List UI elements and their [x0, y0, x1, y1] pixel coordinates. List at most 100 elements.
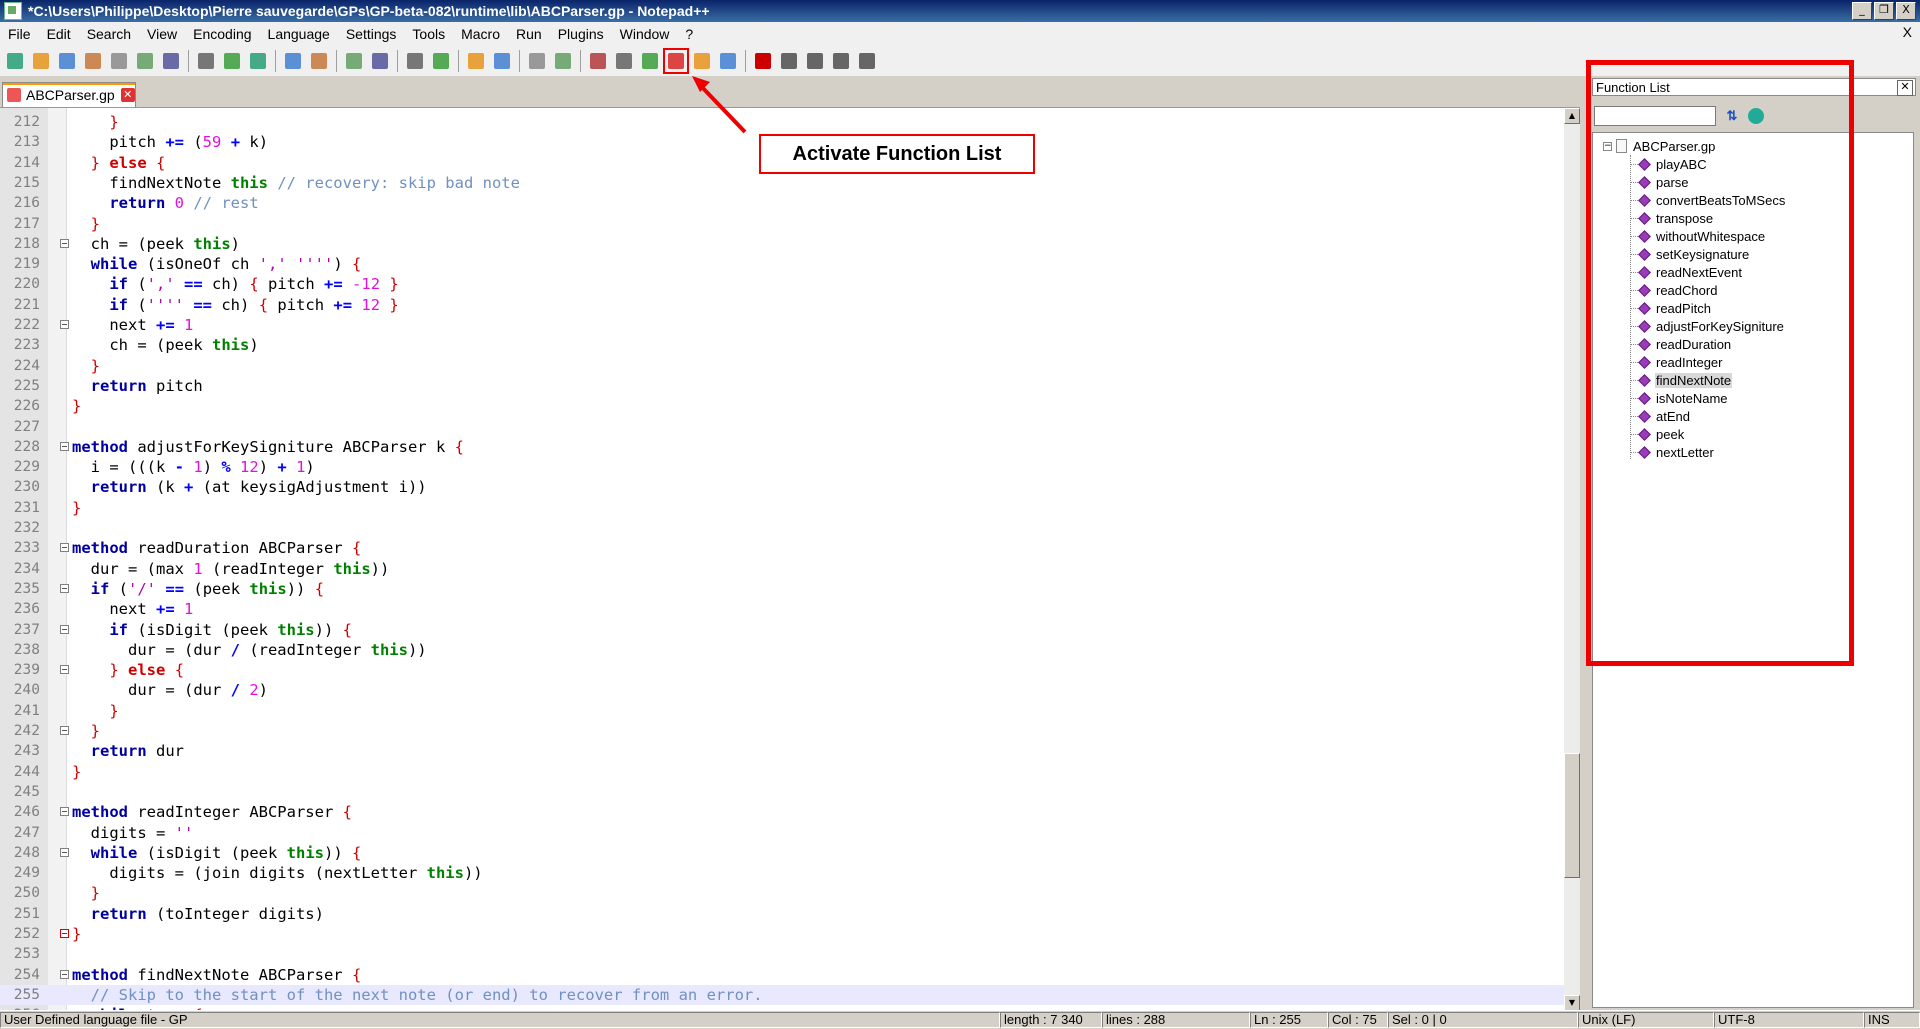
function-item-readchord[interactable]: readChord [1630, 281, 1718, 299]
code-line[interactable]: 246 method readInteger ABCParser { [0, 802, 1564, 822]
fold-toggle-icon[interactable] [60, 320, 69, 329]
record-macro-button[interactable] [752, 50, 774, 72]
fold-toggle-icon[interactable] [60, 726, 69, 735]
function-item-convertbeatstomsecs[interactable]: convertBeatsToMSecs [1630, 191, 1786, 209]
find-button[interactable] [343, 50, 365, 72]
open-file-button[interactable] [30, 50, 52, 72]
status-encoding[interactable]: UTF-8 [1714, 1012, 1864, 1028]
sort-icon[interactable]: ⇅ [1724, 108, 1740, 124]
code-line[interactable]: 219 while (isOneOf ch ',' '''') { [0, 254, 1564, 274]
status-insert-mode[interactable]: INS [1864, 1012, 1920, 1028]
new-file-button[interactable] [4, 50, 26, 72]
monitor-button[interactable] [717, 50, 739, 72]
menu-encoding[interactable]: Encoding [185, 26, 259, 42]
menu-file[interactable]: File [0, 26, 39, 42]
code-line[interactable]: 227 [0, 417, 1564, 437]
show-all-chars-button[interactable] [552, 50, 574, 72]
code-line[interactable]: 222 next += 1 [0, 315, 1564, 335]
code-line[interactable]: 241 } [0, 701, 1564, 721]
function-item-peek[interactable]: peek [1630, 425, 1685, 443]
code-line[interactable]: 244} [0, 762, 1564, 782]
scroll-down-icon[interactable]: ▼ [1564, 995, 1580, 1011]
code-line[interactable]: 234 dur = (max 1 (readInteger this)) [0, 559, 1564, 579]
fold-toggle-icon[interactable] [60, 969, 69, 979]
menu-run[interactable]: Run [508, 26, 550, 42]
menu-plugins[interactable]: Plugins [550, 26, 612, 42]
folder-workspace-button[interactable] [691, 50, 713, 72]
restore-button[interactable]: ❐ [1874, 2, 1894, 20]
save-button[interactable] [56, 50, 78, 72]
scroll-thumb[interactable] [1564, 753, 1580, 878]
code-line[interactable]: 248 while (isDigit (peek this)) { [0, 843, 1564, 863]
code-line[interactable]: 250 } [0, 883, 1564, 903]
undo-button[interactable] [282, 50, 304, 72]
cut-button[interactable] [195, 50, 217, 72]
function-list-button[interactable] [663, 48, 689, 74]
fold-toggle-icon[interactable] [60, 543, 69, 553]
function-list-close-icon[interactable]: ✕ [1897, 80, 1913, 96]
code-line[interactable]: 228 method adjustForKeySigniture ABCParse… [0, 437, 1564, 457]
redo-button[interactable] [308, 50, 330, 72]
code-line[interactable]: 226} [0, 396, 1564, 416]
function-item-readduration[interactable]: readDuration [1630, 335, 1732, 353]
code-line[interactable]: 221 if ('''' == ch) { pitch += 12 } [0, 295, 1564, 315]
code-line[interactable]: 239 } else { [0, 660, 1564, 680]
replace-button[interactable] [369, 50, 391, 72]
code-line[interactable]: 229 i = (((k - 1) % 12) + 1) [0, 457, 1564, 477]
fold-toggle-icon[interactable] [60, 929, 69, 938]
fold-toggle-icon[interactable] [60, 665, 69, 675]
code-line[interactable]: 245 [0, 782, 1564, 802]
code-line[interactable]: 251 return (toInteger digits) [0, 904, 1564, 924]
fold-toggle-icon[interactable] [60, 441, 69, 451]
zoom-in-button[interactable] [404, 50, 426, 72]
function-item-parse[interactable]: parse [1630, 173, 1690, 191]
code-line[interactable]: 215 findNextNote this // recovery: skip … [0, 173, 1564, 193]
code-line[interactable]: 233 method readDuration ABCParser { [0, 538, 1564, 558]
minimize-button[interactable]: _ [1852, 2, 1872, 20]
function-search-input[interactable] [1594, 106, 1716, 126]
save-all-button[interactable] [82, 50, 104, 72]
code-line[interactable]: 254 method findNextNote ABCParser { [0, 965, 1564, 985]
code-line[interactable]: 238 dur = (dur / (readInteger this)) [0, 640, 1564, 660]
menu-macro[interactable]: Macro [453, 26, 508, 42]
menu-view[interactable]: View [139, 26, 185, 42]
fold-toggle-icon[interactable] [60, 624, 69, 634]
code-line[interactable]: 216 return 0 // rest [0, 193, 1564, 213]
function-item-readpitch[interactable]: readPitch [1630, 299, 1712, 317]
sync-horizontal-button[interactable] [491, 50, 513, 72]
code-line[interactable]: 225 return pitch [0, 376, 1564, 396]
code-line[interactable]: 220 if (',' == ch) { pitch += -12 } [0, 274, 1564, 294]
vertical-scrollbar[interactable]: ▲ ▼ [1564, 108, 1580, 1011]
function-item-adjustforkeysigniture[interactable]: adjustForKeySigniture [1630, 317, 1785, 335]
menu-tools[interactable]: Tools [404, 26, 453, 42]
code-line[interactable]: 249 digits = (join digits (nextLetter th… [0, 863, 1564, 883]
play-macro-button[interactable] [804, 50, 826, 72]
function-item-transpose[interactable]: transpose [1630, 209, 1714, 227]
function-item-readinteger[interactable]: readInteger [1630, 353, 1724, 371]
indent-guide-button[interactable] [587, 50, 609, 72]
code-line[interactable]: 237 if (isDigit (peek this)) { [0, 620, 1564, 640]
menu-window[interactable]: Window [612, 26, 678, 42]
function-item-atend[interactable]: atEnd [1630, 407, 1691, 425]
fold-toggle-icon[interactable] [60, 847, 69, 857]
function-item-setkeysignature[interactable]: setKeysignature [1630, 245, 1750, 263]
code-line[interactable]: 224 } [0, 356, 1564, 376]
function-item-playabc[interactable]: playABC [1630, 155, 1708, 173]
code-line[interactable]: 218 ch = (peek this) [0, 234, 1564, 254]
function-item-withoutwhitespace[interactable]: withoutWhitespace [1630, 227, 1766, 245]
menu-settings[interactable]: Settings [338, 26, 405, 42]
collapse-icon[interactable]: − [1603, 141, 1612, 151]
status-eol[interactable]: Unix (LF) [1578, 1012, 1714, 1028]
code-line[interactable]: 252} [0, 924, 1564, 944]
fold-toggle-icon[interactable] [60, 238, 69, 248]
paste-button[interactable] [247, 50, 269, 72]
reload-icon[interactable] [1748, 108, 1764, 124]
menu-help[interactable]: ? [677, 26, 701, 42]
function-item-nextletter[interactable]: nextLetter [1630, 443, 1715, 461]
zoom-out-button[interactable] [430, 50, 452, 72]
code-line[interactable]: 223 ch = (peek this) [0, 335, 1564, 355]
fold-toggle-icon[interactable] [60, 583, 69, 593]
function-item-isnotename[interactable]: isNoteName [1630, 389, 1729, 407]
code-line[interactable]: 231} [0, 498, 1564, 518]
stop-macro-button[interactable] [778, 50, 800, 72]
